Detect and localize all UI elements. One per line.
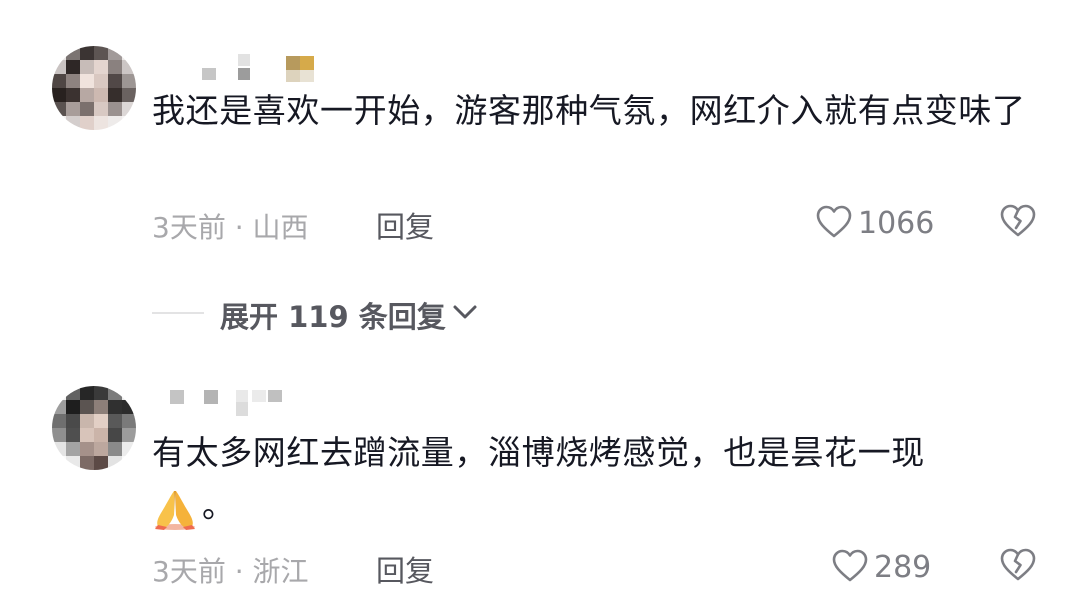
comment-meta: 3天前 · 山西 回复 1066 — [152, 200, 1042, 244]
comment-time-location: 3天前 · 山西 — [152, 211, 309, 244]
comment-text: 我还是喜欢一开始，游客那种气氛，网红介入就有点变味了 — [152, 91, 1026, 130]
expand-replies-button[interactable]: 展开 119 条回复 — [152, 288, 652, 338]
broken-heart-icon[interactable] — [1000, 548, 1036, 582]
heart-outline-icon — [832, 549, 868, 582]
comment-text-body: 有太多网红去蹭流量，淄博烧烤感觉，也是昙花一现 — [152, 433, 925, 472]
comment-text: 有太多网红去蹭流量，淄博烧烤感觉，也是昙花一现 。 — [152, 426, 1042, 532]
broken-heart-icon[interactable] — [1000, 204, 1036, 238]
comment-text-period: 。 — [202, 486, 236, 525]
comment-text-emoji-line: 。 — [152, 479, 1042, 532]
avatar[interactable] — [52, 46, 136, 130]
chevron-down-icon — [453, 305, 477, 319]
comment-item: 有太多网红去蹭流量，淄博烧烤感觉，也是昙花一现 。 3天前 · 浙江 回复 28… — [0, 360, 1080, 603]
heart-outline-icon — [816, 205, 852, 238]
comment-item: 我还是喜欢一开始，游客那种气氛，网红介入就有点变味了 3天前 · 山西 回复 1… — [0, 0, 1080, 334]
like-count: 289 — [874, 550, 932, 585]
expand-replies-label: 展开 119 条回复 — [220, 300, 446, 334]
folded-hands-emoji — [155, 490, 195, 530]
avatar[interactable] — [52, 386, 136, 470]
reply-button[interactable]: 回复 — [376, 548, 434, 590]
comment-meta: 3天前 · 浙江 回复 289 — [152, 544, 1042, 588]
like-count: 1066 — [858, 206, 935, 241]
reply-button[interactable]: 回复 — [376, 204, 434, 246]
comment-time-location: 3天前 · 浙江 — [152, 555, 309, 588]
divider-line — [152, 312, 204, 314]
